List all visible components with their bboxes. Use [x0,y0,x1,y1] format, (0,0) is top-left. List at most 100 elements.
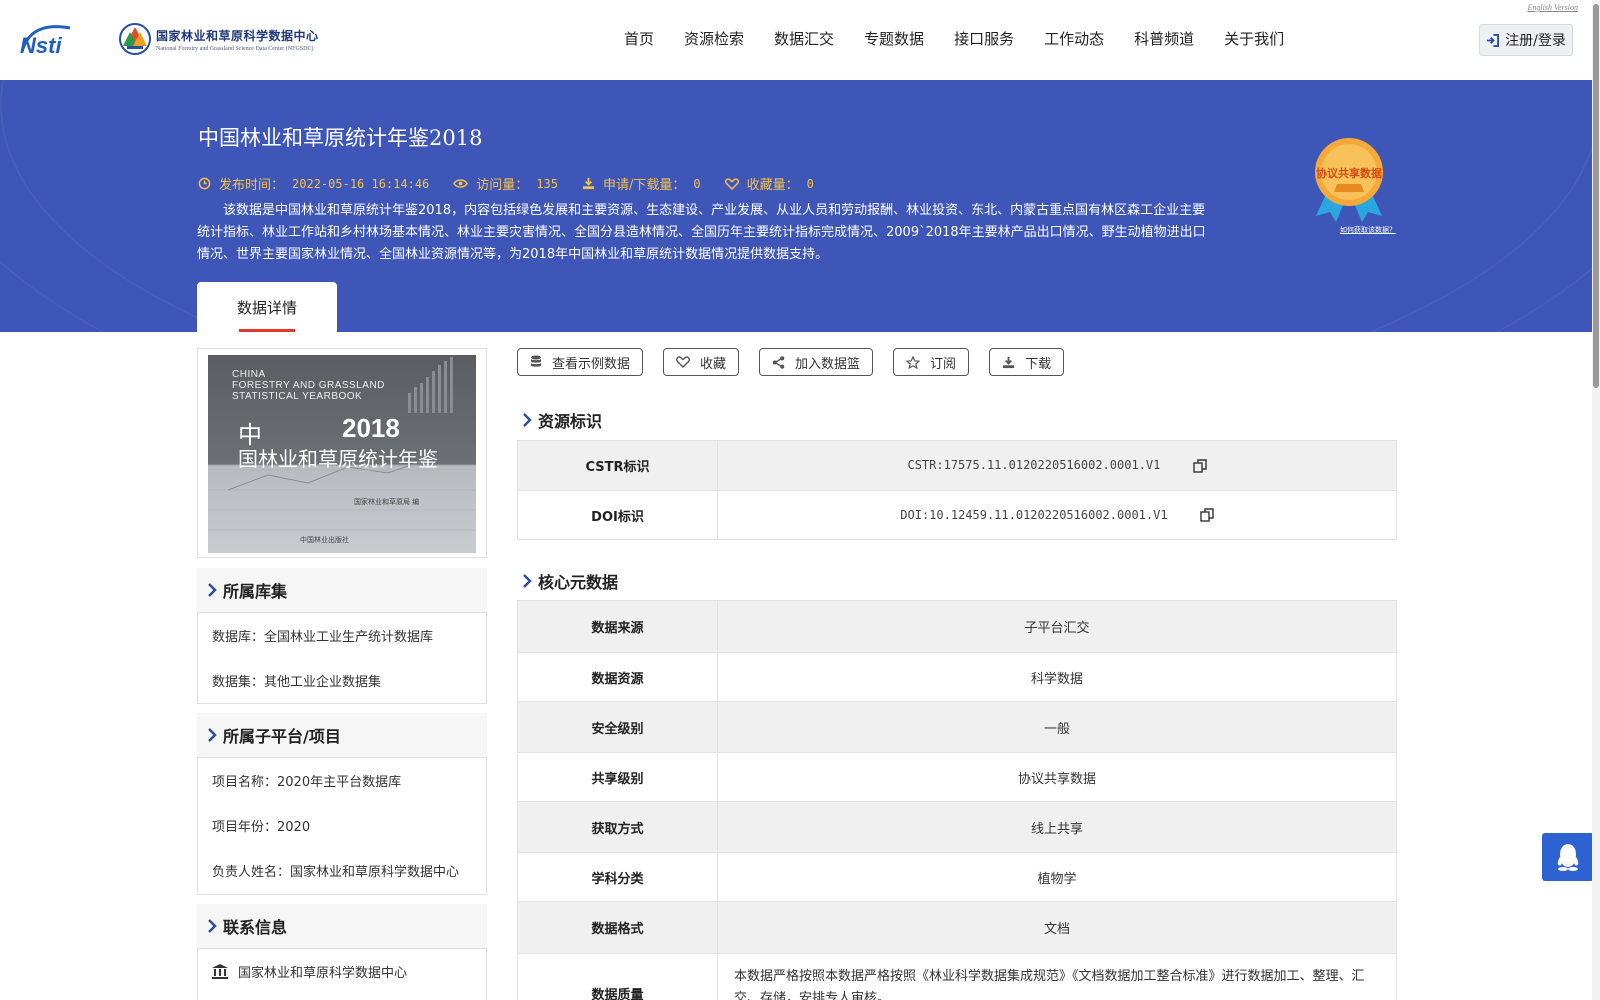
institution-icon [212,963,228,979]
database-label: 数据库： [212,630,265,645]
contact-org-row: 国家林业和草原科学数据中心 [212,949,472,993]
download-button[interactable]: 下载 [989,348,1065,376]
project-year-label: 项目年份： [212,820,278,835]
cstr-key: CSTR标识 [517,440,718,491]
project-name-value: 2020年主平台数据库 [277,775,402,790]
english-version-link[interactable]: English Version [1528,3,1578,12]
platform-box: 项目名称：2020年主平台数据库 项目年份：2020 负责人姓名：国家林业和草原… [197,757,487,895]
database-row: 数据库：全国林业工业生产统计数据库 [212,615,472,660]
publish-label: 发布时间： [219,178,285,193]
platform-title: 所属子平台/项目 [223,727,341,746]
cstr-value: CSTR:17575.11.0120220516002.0001.V1 [907,458,1161,472]
chevron-right-icon [208,583,217,597]
quality-value: 本数据严格按照本数据严格按照《林业科学数据集成规范》《文档数据加工整合标准》进行… [717,953,1397,1000]
cover-cn-title: 国林业和草原统计年鉴 [238,447,438,471]
chevron-right-icon [208,728,217,742]
favorite-label: 收藏 [700,356,727,372]
add-to-basket-button[interactable]: 加入数据篮 [759,348,874,376]
nav-topic-data[interactable]: 专题数据 [864,28,924,49]
nav-news[interactable]: 工作动态 [1044,28,1104,49]
views-value: 135 [536,176,558,191]
favorites-value: 0 [806,176,814,191]
copy-icon[interactable] [1192,458,1207,473]
cover-en-title: CHINA FORESTRY AND GRASSLAND STATISTICAL… [232,369,385,402]
chevron-right-icon [208,919,217,933]
project-name-label: 项目名称： [212,775,278,790]
cover-year: 2018 [342,413,400,443]
action-bar: 查看示例数据 收藏 加入数据篮 订阅 下载 [517,348,1084,376]
heart-icon [724,177,739,190]
platform-section-title: 所属子平台/项目 [197,713,487,757]
table-row: 数据资源 科学数据 [517,652,1397,702]
library-box: 数据库：全国林业工业生产统计数据库 数据集：其他工业企业数据集 [197,612,487,704]
logo-nsti-text: Nsti [20,33,62,58]
cover-en-line3: STATISTICAL YEARBOOK [232,391,363,402]
site-header: Nsti 国家林业和草原科学数据中心 National Forestry and… [0,0,1600,80]
share-level-badge: 协议共享数据 [1316,167,1382,180]
meta-value: 一般 [717,701,1397,753]
core-meta-title: 核心元数据 [538,573,619,592]
tab-data-detail[interactable]: 数据详情 [197,282,337,332]
subscribe-button[interactable]: 订阅 [893,348,970,376]
meta-value: 植物学 [717,852,1397,902]
cover-en-line1: CHINA [232,369,266,380]
nav-about[interactable]: 关于我们 [1224,28,1284,49]
resource-id-table: CSTR标识 CSTR:17575.11.0120220516002.0001.… [517,440,1397,540]
scrollbar-thumb[interactable] [1593,4,1599,388]
nav-science[interactable]: 科普频道 [1134,28,1194,49]
view-sample-button[interactable]: 查看示例数据 [517,348,644,376]
database-value[interactable]: 全国林业工业生产统计数据库 [264,630,433,645]
table-row: DOI标识 DOI:10.12459.11.0120220516002.0001… [517,490,1397,540]
main-nav: 首页 资源检索 数据汇交 专题数据 接口服务 工作动态 科普频道 关于我们 [624,28,1314,49]
star-outline-icon [906,355,921,369]
copy-icon[interactable] [1200,508,1214,522]
table-row: 共享级别 协议共享数据 [517,752,1397,802]
heart-outline-icon [676,356,690,368]
login-label: 注册/登录 [1505,33,1566,49]
meta-key: 安全级别 [517,701,718,753]
publish-time: 发布时间： 2022-05-16 16:14:46 [198,174,429,193]
dataset-description: 该数据是中国林业和草原统计年鉴2018，内容包括绿色发展和主要资源、生态建设、产… [197,203,1206,262]
table-row: 获取方式 线上共享 [517,801,1397,853]
publish-value: 2022-05-16 16:14:46 [292,176,430,191]
download-count: 申请/下载量： 0 [582,174,701,193]
table-row: 数据来源 子平台汇交 [517,600,1397,653]
owner-row: 负责人姓名：国家林业和草原科学数据中心 [212,850,472,895]
logo-en-text: National Forestry and Grassland Science … [156,45,314,52]
yearbook-cover-image: CHINA FORESTRY AND GRASSLAND STATISTICAL… [208,355,476,553]
favorites-label: 收藏量： [746,178,799,193]
resource-id-section-title: 资源标识 [522,408,602,432]
favorite-button[interactable]: 收藏 [663,348,740,376]
table-row: 数据质量 本数据严格按照本数据严格按照《林业科学数据集成规范》《文档数据加工整合… [517,953,1397,1000]
how-to-get-data-link[interactable]: 如何获取该数据？ [1340,225,1396,235]
project-name-row: 项目名称：2020年主平台数据库 [212,760,472,805]
view-sample-label: 查看示例数据 [552,356,631,372]
nsti-logo-icon[interactable]: Nsti [18,22,98,58]
page-scrollbar[interactable] [1592,0,1600,1000]
table-row: 数据格式 文档 [517,901,1397,954]
table-row: 安全级别 一般 [517,701,1397,753]
qq-chat-button[interactable] [1542,833,1594,881]
nav-api-service[interactable]: 接口服务 [954,28,1014,49]
login-button[interactable]: 注册/登录 [1479,24,1573,56]
meta-value: 子平台汇交 [717,600,1397,653]
share-icon [772,355,785,369]
nav-data-submission[interactable]: 数据汇交 [774,28,834,49]
cstr-cell: CSTR:17575.11.0120220516002.0001.V1 [717,440,1397,491]
download-label: 下载 [1025,356,1052,372]
clock-icon [198,177,211,190]
resource-id-title: 资源标识 [538,412,603,431]
nav-resource-search[interactable]: 资源检索 [684,28,744,49]
dataset-value[interactable]: 其他工业企业数据集 [264,675,381,690]
download-icon [582,177,595,190]
nfgsdc-emblem-icon [119,23,151,55]
nfgsdc-logo[interactable]: 国家林业和草原科学数据中心 National Forestry and Gras… [118,22,319,56]
add-to-basket-label: 加入数据篮 [795,356,861,372]
download-icon [1002,356,1015,368]
library-title: 所属库集 [223,582,288,601]
dataset-title: 中国林业和草原统计年鉴2018 [198,126,483,150]
doi-key: DOI标识 [517,490,718,540]
tab-active-indicator [239,329,295,332]
meta-value: 科学数据 [717,652,1397,702]
nav-home[interactable]: 首页 [624,28,654,49]
